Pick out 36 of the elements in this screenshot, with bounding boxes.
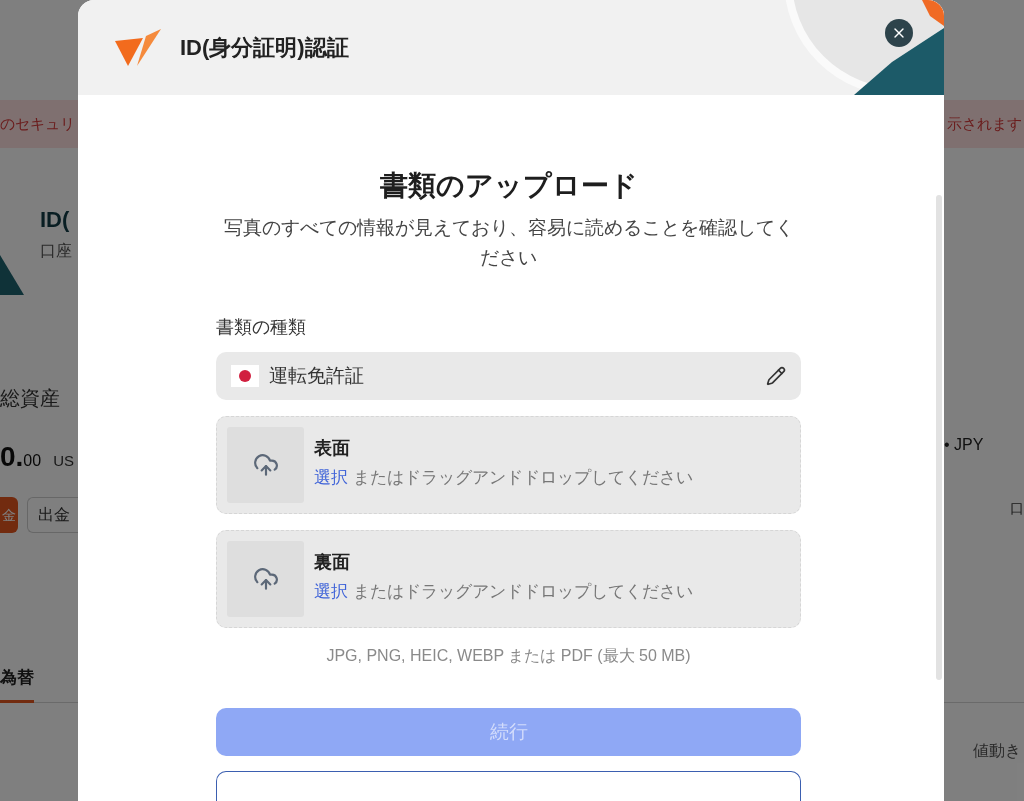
balance-label: 総資産 (0, 386, 61, 411)
scrollbar[interactable] (936, 195, 942, 680)
banner-text: 示されます (947, 114, 1023, 134)
cloud-upload-icon (227, 427, 304, 503)
account-title: ID( (40, 206, 71, 234)
balance-decimals: 00 (23, 451, 42, 471)
currency-label: US (53, 451, 74, 471)
deposit-button[interactable]: 金 (0, 497, 18, 533)
illustration-drawing (0, 255, 24, 295)
balance-amount: 0. (0, 440, 24, 474)
column-heading: 口 (1010, 499, 1024, 518)
table-heading: 値動き (973, 741, 1022, 761)
dialog-title: ID(身分証明)認証 (180, 33, 349, 62)
upload-heading: 書類のアップロード (378, 169, 639, 203)
upload-instruction: 選択 またはドラッグアンドドロップしてください (314, 581, 693, 603)
logo-icon (115, 28, 161, 67)
upload-dropzone[interactable]: 表面 選択 またはドラッグアンドドロップしてください (216, 416, 801, 514)
account-subtitle: 口座 (40, 241, 72, 261)
upload-description: 写真のすべての情報が見えており、容易に読めることを確認してください (222, 216, 795, 270)
document-type-select[interactable]: 運転免許証 (216, 352, 801, 400)
file-formats-hint: JPG, PNG, HEIC, WEBP または PDF (最大 50 MB) (325, 646, 692, 666)
select-link[interactable]: 選択 (314, 468, 348, 487)
upload-title: 表面 (314, 437, 351, 460)
tab[interactable]: 為替 (0, 665, 34, 703)
upload-dropzone[interactable]: 裏面 選択 またはドラッグアンドドロップしてください (216, 530, 801, 628)
currency-pair-label: • JPY (944, 435, 985, 455)
secondary-button[interactable] (216, 771, 801, 801)
document-type-label: 書類の種類 (216, 316, 307, 339)
banner-text: のセキュリ (0, 114, 75, 134)
select-link[interactable]: 選択 (314, 582, 348, 601)
flag-icon (231, 365, 259, 387)
pencil-icon (766, 366, 786, 386)
cloud-upload-icon (227, 541, 304, 617)
withdraw-button[interactable]: 出金 (27, 497, 78, 533)
upload-title: 裏面 (314, 551, 351, 574)
upload-instruction: 選択 またはドラッグアンドドロップしてください (314, 467, 693, 489)
